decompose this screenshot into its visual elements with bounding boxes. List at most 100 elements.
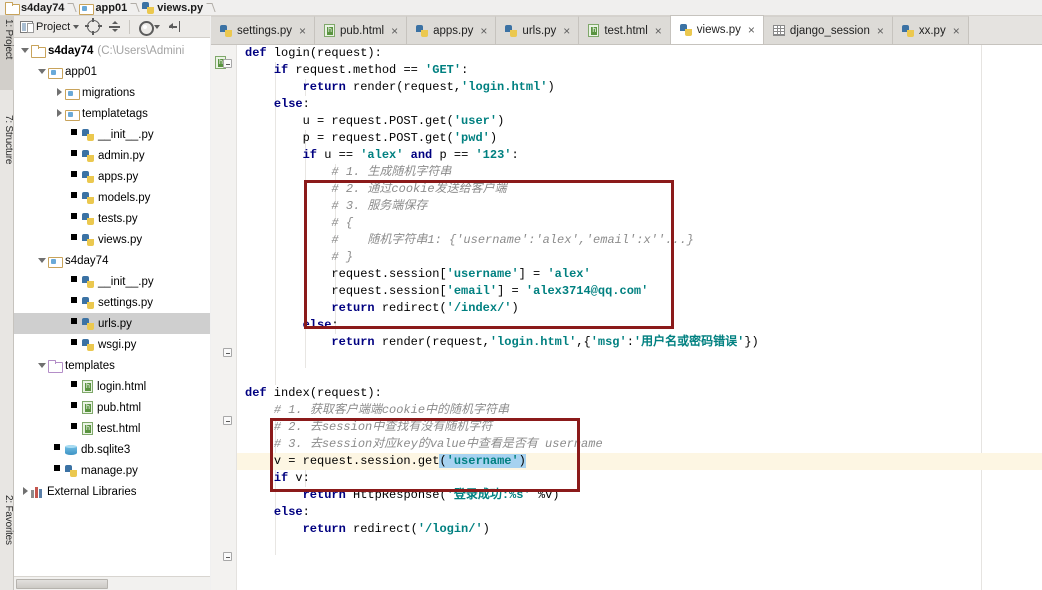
- code-comment: # 2. 通过cookie发送给客户端: [331, 182, 507, 196]
- tree-node-db-sqlite3[interactable]: db.sqlite3: [14, 439, 210, 460]
- code-text: index(request):: [266, 386, 382, 400]
- collapse-all-button[interactable]: [105, 18, 124, 36]
- tree-node-init-py[interactable]: __init__.py: [14, 271, 210, 292]
- close-icon[interactable]: ×: [953, 25, 960, 37]
- project-tree[interactable]: s4day74 (C:\Users\Admini app01 migrations te…: [14, 38, 210, 576]
- tree-node-external-libraries[interactable]: External Libraries: [14, 481, 210, 502]
- code-comment: # 1. 获取客户端端cookie中的随机字符串: [273, 403, 510, 417]
- project-settings-button[interactable]: [135, 18, 163, 36]
- scrollbar-thumb[interactable]: [16, 579, 108, 589]
- code-text: ] =: [497, 284, 526, 298]
- close-icon[interactable]: ×: [391, 25, 398, 37]
- code-fold-toggle[interactable]: [223, 416, 232, 425]
- code-comment: # 2. 去session中查找有没有随机字符: [273, 420, 493, 434]
- tree-node-manage-py[interactable]: manage.py: [14, 460, 210, 481]
- close-icon[interactable]: ×: [563, 25, 570, 37]
- tree-node-init-py[interactable]: __init__.py: [14, 124, 210, 145]
- code-editor[interactable]: def login(request): if request.method ==…: [237, 45, 1042, 590]
- close-icon[interactable]: ×: [877, 25, 884, 37]
- project-view-selector[interactable]: Project: [17, 18, 82, 36]
- editor-tab-settings-py[interactable]: settings.py ×: [211, 16, 315, 44]
- code-string: 'alex3714@qq.com': [525, 284, 649, 298]
- chevron-down-icon[interactable]: [37, 255, 48, 266]
- tree-node-s4day74[interactable]: s4day74 (C:\Users\Admini: [14, 40, 210, 61]
- tool-tab-favorites[interactable]: 2: Favorites: [0, 492, 14, 572]
- editor-tab-bar: settings.py × h pub.html × apps.py × urls.py × h t…: [211, 15, 1042, 45]
- chevron-down-icon[interactable]: [20, 45, 31, 56]
- code-line: # 1. 获取客户端端cookie中的随机字符串: [237, 402, 1042, 419]
- close-icon[interactable]: ×: [299, 25, 306, 37]
- code-comment: # 3. 去session对应key的value中查看是否有 username: [273, 437, 603, 451]
- code-content: def login(request): if request.method ==…: [237, 45, 1042, 538]
- chevron-right-icon[interactable]: [54, 108, 65, 119]
- folder-plain-icon: [5, 2, 20, 15]
- tree-node-models-py[interactable]: models.py: [14, 187, 210, 208]
- code-text: render(request,: [374, 335, 490, 349]
- tree-node-wsgi-py[interactable]: wsgi.py: [14, 334, 210, 355]
- editor-tab-pub-html[interactable]: h pub.html ×: [315, 16, 408, 44]
- chevron-right-icon[interactable]: [54, 87, 65, 98]
- code-line: v = request.session.get('username'): [237, 453, 1042, 470]
- tree-node-templatetags[interactable]: templatetags: [14, 103, 210, 124]
- code-string: 'pwd': [453, 131, 490, 145]
- project-tree-horizontal-scrollbar[interactable]: [14, 576, 210, 590]
- python-file-icon: [82, 170, 94, 183]
- tree-node-app01[interactable]: app01: [14, 61, 210, 82]
- editor-tab-views-py[interactable]: views.py ×: [669, 15, 764, 44]
- tree-node-templates[interactable]: templates: [14, 355, 210, 376]
- tree-node-s4day74[interactable]: s4day74: [14, 250, 210, 271]
- breadcrumb-item-s4day74[interactable]: s4day74: [3, 0, 66, 16]
- tree-node-label: manage.py: [81, 464, 138, 477]
- tree-node-tests-py[interactable]: tests.py: [14, 208, 210, 229]
- code-keyword: return: [302, 522, 346, 536]
- chevron-right-icon[interactable]: [20, 486, 31, 497]
- locate-file-button[interactable]: [84, 18, 103, 36]
- code-string: 'alex': [360, 148, 404, 162]
- code-text: }): [744, 335, 759, 349]
- tree-node-pub-html[interactable]: h pub.html: [14, 397, 210, 418]
- chevron-down-icon[interactable]: [37, 66, 48, 77]
- tree-node-settings-py[interactable]: settings.py: [14, 292, 210, 313]
- tree-node-test-html[interactable]: h test.html: [14, 418, 210, 439]
- tree-node-migrations[interactable]: migrations: [14, 82, 210, 103]
- code-fold-toggle[interactable]: [223, 348, 232, 357]
- code-fold-toggle[interactable]: [223, 552, 232, 561]
- tool-tab-structure[interactable]: 7: Structure: [0, 112, 14, 198]
- tree-node-admin-py[interactable]: admin.py: [14, 145, 210, 166]
- close-icon[interactable]: ×: [480, 25, 487, 37]
- code-text: render(request,: [345, 80, 462, 94]
- tree-node-urls-py[interactable]: urls.py: [14, 313, 210, 334]
- tree-node-login-html[interactable]: h login.html: [14, 376, 210, 397]
- code-keyword: def: [245, 386, 267, 400]
- code-string: 'email': [446, 284, 498, 298]
- breadcrumb-item-app01[interactable]: app01: [77, 0, 129, 16]
- code-fold-toggle[interactable]: [223, 59, 232, 68]
- tool-tab-label: 2: Favorites: [3, 495, 14, 545]
- editor-tab-django-session[interactable]: django_session ×: [763, 16, 893, 44]
- editor-tab-apps-py[interactable]: apps.py ×: [407, 16, 497, 44]
- code-line: # }: [237, 249, 1042, 266]
- tree-toggle-spacer: [71, 318, 82, 329]
- close-icon[interactable]: ×: [748, 24, 755, 36]
- tree-node-label: test.html: [97, 422, 141, 435]
- tree-node-label: s4day74: [65, 254, 109, 267]
- editor-tab-test-html[interactable]: h test.html ×: [579, 16, 671, 44]
- tree-node-apps-py[interactable]: apps.py: [14, 166, 210, 187]
- python-file-icon: [82, 338, 94, 351]
- close-icon[interactable]: ×: [655, 25, 662, 37]
- project-tab-icon: [0, 90, 14, 110]
- tree-node-views-py[interactable]: views.py: [14, 229, 210, 250]
- tool-tab-project[interactable]: 1: Project: [0, 16, 14, 90]
- editor-tab-urls-py[interactable]: urls.py ×: [496, 16, 580, 44]
- code-keyword: if: [302, 148, 318, 162]
- html-icon-glyph: h: [85, 404, 91, 412]
- breadcrumb-item-views-py[interactable]: views.py: [140, 0, 205, 16]
- chevron-down-icon[interactable]: [37, 360, 48, 371]
- editor-gutter[interactable]: h: [211, 45, 237, 590]
- hide-panel-button[interactable]: [165, 18, 184, 36]
- editor-tab-xx-py[interactable]: xx.py ×: [892, 16, 969, 44]
- code-keyword: and: [410, 148, 433, 162]
